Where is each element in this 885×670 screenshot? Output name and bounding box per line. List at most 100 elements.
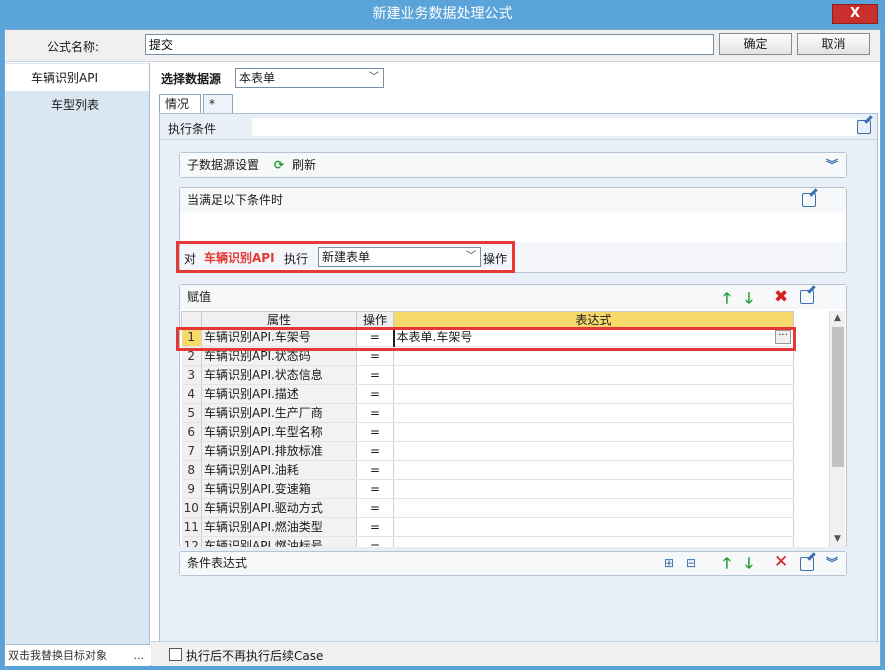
expand-icon[interactable]: ︾ [826,552,838,575]
add-condition-icon[interactable]: ⊞ [664,552,674,575]
table-row[interactable]: 9 车辆识别API.变速箱 = [181,479,794,499]
scroll-up-icon[interactable]: ▲ [830,311,845,326]
scrollbar-thumb[interactable] [832,327,844,467]
property-cell[interactable]: 车辆识别API.变速箱 [201,479,357,499]
expression-cell[interactable] [393,441,794,461]
target-object-sidebar: 车辆识别API 车型列表 双击我替换目标对象 ... [5,63,150,666]
row-number: 3 [181,365,202,385]
property-cell[interactable]: 车辆识别API.车型名称 [201,422,357,442]
table-row[interactable]: 8 车辆识别API.油耗 = [181,460,794,480]
property-cell[interactable]: 车辆识别API.描述 [201,384,357,404]
table-row[interactable]: 5 车辆识别API.生产厂商 = [181,403,794,423]
property-cell[interactable]: 车辆识别API.油耗 [201,460,357,480]
property-cell[interactable]: 车辆识别API.驱动方式 [201,498,357,518]
formula-name-input[interactable] [145,34,714,55]
refresh-label[interactable]: 刷新 [292,153,316,177]
expression-cell[interactable] [393,403,794,423]
op-cell-text: = [369,425,381,439]
condition-body[interactable] [180,212,846,242]
move-down-icon[interactable]: 🡓 [745,286,753,310]
property-cell[interactable]: 车辆识别API.燃油标号 [201,536,357,547]
tab-case-1[interactable]: 情况1 [159,94,201,129]
expression-cell[interactable] [393,479,794,499]
op-cell[interactable]: = [356,536,394,547]
property-cell-text: 车辆识别API.燃油类型 [204,520,323,534]
add-group-icon[interactable]: ⊟ [686,552,696,575]
expand-icon[interactable]: ︾ [826,153,838,177]
assignment-scrollbar[interactable]: ▲ ▼ [829,311,845,547]
refresh-icon[interactable]: ⟳ [274,153,284,177]
op-cell[interactable]: = [356,441,394,461]
expression-cell[interactable] [393,422,794,442]
table-row[interactable]: 6 车辆识别API.车型名称 = [181,422,794,442]
edit-icon[interactable] [802,193,816,207]
replace-target-dots-button[interactable]: ... [134,645,145,666]
delete-icon[interactable]: ✖ [774,285,788,309]
table-row[interactable]: 3 车辆识别API.状态信息 = [181,365,794,385]
replace-target-field[interactable]: 双击我替换目标对象 ... [5,644,150,666]
op-cell[interactable]: = [356,422,394,442]
row-number: 12 [181,536,202,547]
move-up-icon[interactable]: 🡑 [723,286,731,310]
expression-cell[interactable] [393,460,794,480]
assignment-header: 赋值 🡑 🡓 ✖ [180,285,846,309]
op-column-header[interactable]: 操作 [356,311,394,328]
row-number: 4 [181,384,202,404]
row-number: 10 [181,498,202,518]
cancel-button[interactable]: 取消 [797,33,870,55]
row-number: 8 [181,460,202,480]
op-cell[interactable]: = [356,403,394,423]
tab-add-case[interactable]: * [203,94,233,114]
table-row[interactable]: 7 车辆识别API.排放标准 = [181,441,794,461]
row-number-text: 12 [183,539,199,547]
close-button[interactable]: X [832,4,878,24]
op-cell-text: = [369,368,381,382]
property-column-header[interactable]: 属性 [201,311,357,328]
edit-icon[interactable] [800,557,814,571]
property-cell-text: 车辆识别API.变速箱 [204,482,311,496]
expression-cell[interactable] [393,498,794,518]
expression-column-header[interactable]: 表达式 [393,311,794,328]
sub-datasource-label: 子数据源设置 [187,158,260,172]
op-cell[interactable]: = [356,517,394,537]
exec-condition-input[interactable] [252,118,857,136]
op-cell[interactable]: = [356,384,394,404]
delete-icon[interactable]: ✕ [774,551,788,574]
edit-icon[interactable] [800,290,814,304]
row-number: 5 [181,403,202,423]
expression-cell[interactable] [393,517,794,537]
move-up-icon[interactable]: 🡑 [723,552,731,575]
condition-card: 当满足以下条件时 对 车辆识别API 执行 新建表单 ﹀ 操作 [176,187,847,273]
property-cell[interactable]: 车辆识别API.生产厂商 [201,403,357,423]
scroll-down-icon[interactable]: ▼ [830,532,845,547]
op-cell[interactable]: = [356,479,394,499]
op-cell[interactable]: = [356,460,394,480]
row-number: 7 [181,441,202,461]
property-cell[interactable]: 车辆识别API.燃油类型 [201,517,357,537]
sidebar-item-vehicle-api[interactable]: 车辆识别API [5,63,149,91]
expression-cell[interactable] [393,365,794,385]
window-title: 新建业务数据处理公式 [372,6,513,22]
assignment-card: 赋值 🡑 🡓 ✖ 属性 操作 表达式 1 车辆识别API.车架号 = 本表单.车… [176,284,847,547]
expression-cell[interactable] [393,536,794,547]
move-down-icon[interactable]: 🡓 [745,552,753,575]
op-cell[interactable]: = [356,365,394,385]
table-row[interactable]: 4 车辆识别API.描述 = [181,384,794,404]
datasource-select[interactable]: 本表单 ﹀ [235,68,384,88]
stop-after-exec-checkbox[interactable] [169,648,182,661]
table-row[interactable]: 11 车辆识别API.燃油类型 = [181,517,794,537]
row-number-text: 4 [187,387,196,401]
highlight-box-action [176,241,515,273]
formula-name-label: 公式名称: [47,40,100,54]
table-row[interactable]: 10 车辆识别API.驱动方式 = [181,498,794,518]
expression-cell[interactable] [393,384,794,404]
sidebar-item-model-list[interactable]: 车型列表 [5,91,149,119]
table-header-row: 属性 操作 表达式 [181,311,794,328]
property-cell[interactable]: 车辆识别API.排放标准 [201,441,357,461]
edit-icon[interactable] [857,120,871,134]
row-number-text: 5 [187,406,196,420]
property-cell[interactable]: 车辆识别API.状态信息 [201,365,357,385]
op-cell[interactable]: = [356,498,394,518]
table-row[interactable]: 12 车辆识别API.燃油标号 = [181,536,794,547]
ok-button[interactable]: 确定 [719,33,792,55]
